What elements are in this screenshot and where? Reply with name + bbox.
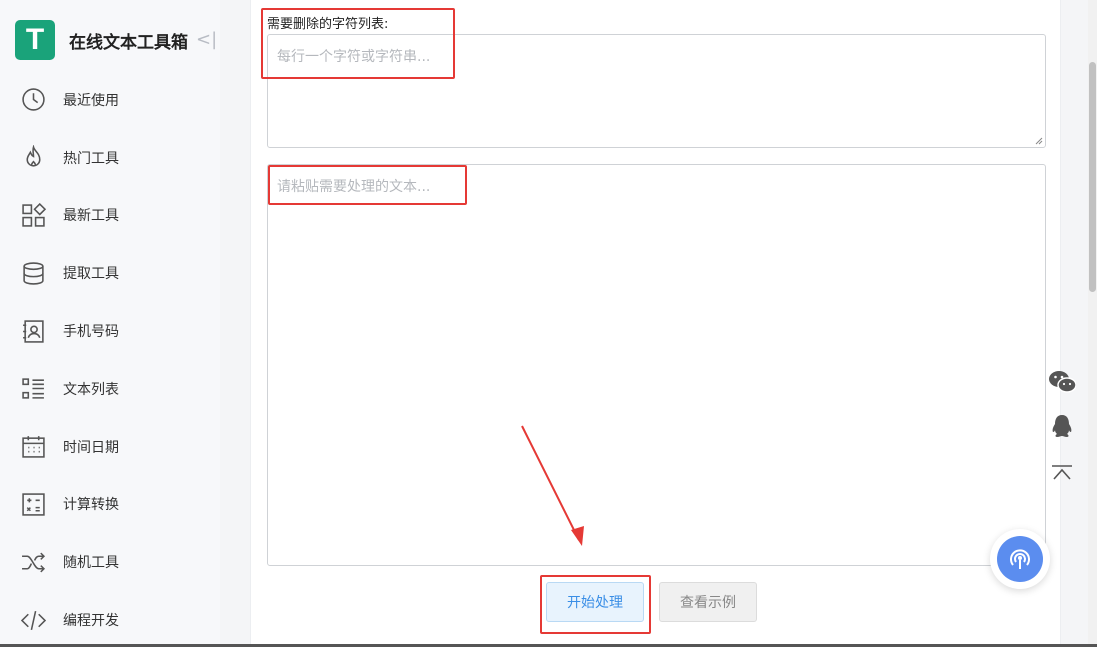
sidebar-item-random[interactable]: 随机工具	[0, 533, 220, 591]
source-text-textarea[interactable]: 请粘贴需要处理的文本...	[267, 164, 1046, 566]
annotation-arrow-icon	[521, 425, 584, 546]
sidebar-item-label: 编程开发	[63, 613, 119, 630]
sidebar-item-label: 提取工具	[63, 266, 119, 283]
sidebar-item-phone[interactable]: 手机号码	[0, 302, 220, 360]
sidebar-item-dev[interactable]: 编程开发	[0, 591, 220, 647]
sidebar-item-label: 手机号码	[63, 324, 119, 341]
brand-name: 在线文本工具箱	[69, 32, 188, 53]
sidebar-item-label: 时间日期	[63, 439, 119, 456]
shuffle-icon	[22, 552, 46, 573]
qq-icon	[1052, 415, 1072, 437]
sidebar: T 在线文本工具箱 <| 最近使用 热门工具 最新工具 提取工具 手机号码 文本…	[0, 0, 220, 647]
scrollbar-thumb[interactable]	[1089, 62, 1096, 292]
flame-icon	[26, 145, 41, 167]
database-icon	[23, 262, 44, 285]
contact-card-icon	[23, 319, 44, 343]
view-example-button[interactable]: 查看示例	[659, 582, 757, 622]
qq-button[interactable]	[1047, 413, 1077, 441]
broadcast-fab[interactable]	[990, 529, 1050, 589]
annotation-box-source-text	[268, 165, 467, 205]
sidebar-nav: 最近使用 热门工具 最新工具 提取工具 手机号码 文本列表 时间日期 计算转换	[0, 71, 220, 647]
sidebar-item-new[interactable]: 最新工具	[0, 187, 220, 245]
sidebar-item-label: 最近使用	[63, 92, 119, 109]
sidebar-item-extract[interactable]: 提取工具	[0, 244, 220, 302]
broadcast-icon	[1010, 549, 1030, 569]
list-icon	[22, 378, 44, 400]
clock-icon	[22, 88, 45, 112]
resize-grip-icon[interactable]	[1034, 136, 1043, 145]
sidebar-item-text-list[interactable]: 文本列表	[0, 360, 220, 418]
sidebar-item-label: 文本列表	[63, 381, 119, 398]
sidebar-item-hot[interactable]: 热门工具	[0, 129, 220, 187]
sidebar-item-label: 计算转换	[63, 497, 119, 514]
annotation-box-chars-list	[261, 8, 455, 79]
sidebar-item-label: 热门工具	[63, 150, 119, 167]
page-scrollbar[interactable]	[1088, 0, 1097, 647]
brand[interactable]: T 在线文本工具箱	[15, 20, 188, 60]
sidebar-item-calc[interactable]: 计算转换	[0, 476, 220, 534]
sidebar-item-recent[interactable]: 最近使用	[0, 71, 220, 129]
shapes-icon	[22, 202, 46, 227]
calendar-icon	[22, 436, 45, 458]
sidebar-item-label: 随机工具	[63, 555, 119, 572]
wechat-icon	[1049, 371, 1076, 393]
logo-icon: T	[15, 20, 55, 60]
code-icon	[21, 610, 46, 630]
collapse-sidebar-icon[interactable]: <|	[196, 29, 217, 51]
back-to-top-button[interactable]	[1047, 459, 1077, 487]
main-panel: 需要删除的字符列表: 每行一个字符或字符串... 请粘贴需要处理的文本... 开…	[250, 0, 1061, 647]
wechat-button[interactable]	[1047, 368, 1077, 396]
back-to-top-icon	[1052, 465, 1072, 480]
annotation-box-start-button	[540, 575, 651, 634]
broadcast-fab-inner	[997, 536, 1043, 582]
calculator-icon	[22, 493, 45, 516]
sidebar-item-datetime[interactable]: 时间日期	[0, 418, 220, 476]
sidebar-item-label: 最新工具	[63, 208, 119, 225]
